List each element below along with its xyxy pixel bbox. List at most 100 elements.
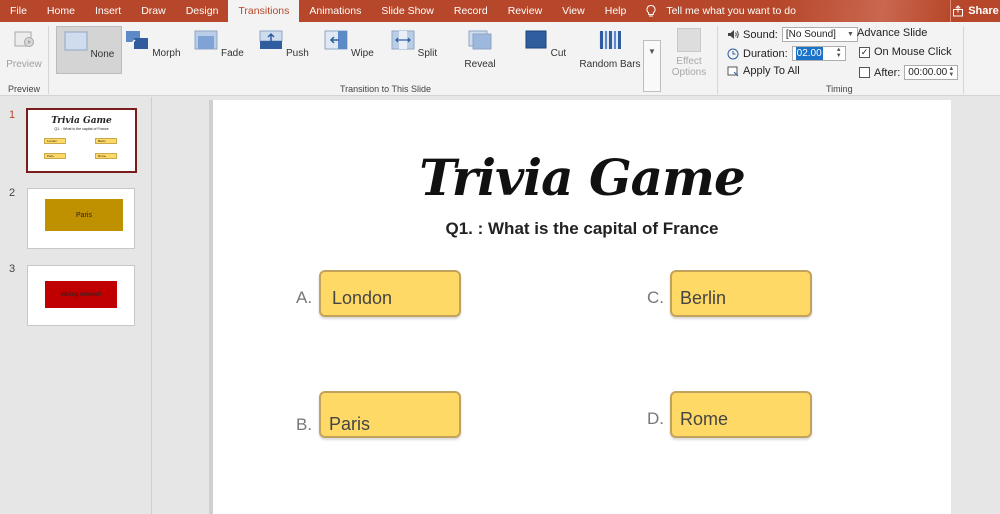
spinner-arrows-icon[interactable]: ▲ ▼ bbox=[836, 47, 842, 60]
slide-thumbnail-2[interactable]: Paris bbox=[27, 188, 135, 249]
clock-icon bbox=[727, 48, 739, 59]
slide-number: 1 bbox=[9, 109, 16, 121]
tab-animations[interactable]: Animations bbox=[299, 0, 371, 22]
after-time-spinner[interactable]: 00:00.00 ▲ ▼ bbox=[904, 65, 959, 80]
group-separator bbox=[48, 26, 49, 94]
preview-label: Preview bbox=[6, 59, 42, 70]
transition-fade-label: Fade bbox=[220, 48, 244, 59]
answer-box-rome[interactable]: Rome bbox=[670, 391, 812, 438]
dropdown-arrow-icon: ▼ bbox=[846, 31, 854, 38]
transition-push[interactable]: Push bbox=[256, 26, 312, 74]
sound-label: Sound: bbox=[743, 28, 778, 41]
tab-view[interactable]: View bbox=[552, 0, 595, 22]
tab-slide-show[interactable]: Slide Show bbox=[371, 0, 444, 22]
transition-fade[interactable]: Fade bbox=[191, 26, 247, 74]
answer-letter: C. bbox=[647, 288, 664, 307]
duration-spinner[interactable]: 02.00 ▲ ▼ bbox=[791, 46, 846, 61]
share-button[interactable]: Share bbox=[950, 0, 1000, 22]
transition-reveal-label: Reveal bbox=[464, 59, 496, 70]
thumbnail-answer: Berlin bbox=[95, 138, 117, 144]
thumbnail-answer-block: Paris bbox=[45, 199, 123, 231]
transition-group-label: Transition to This Slide bbox=[340, 84, 432, 94]
sound-dropdown[interactable]: [No Sound] ▼ bbox=[781, 27, 858, 42]
tab-record[interactable]: Record bbox=[444, 0, 498, 22]
speaker-icon bbox=[728, 30, 739, 39]
slide-question[interactable]: Q1. : What is the capital of France bbox=[213, 219, 951, 239]
transition-wipe[interactable]: Wipe bbox=[321, 26, 377, 74]
transition-morph-label: Morph bbox=[152, 48, 181, 59]
thumbnail-answer: Rome bbox=[95, 153, 117, 159]
gallery-more-button[interactable]: ▼ bbox=[643, 40, 661, 92]
cut-icon bbox=[525, 30, 547, 49]
tab-design[interactable]: Design bbox=[176, 0, 229, 22]
duration-value: 02.00 bbox=[795, 47, 823, 60]
more-chevron-icon: ▼ bbox=[648, 47, 656, 56]
after-row: After: 00:00.00 ▲ ▼ bbox=[859, 65, 959, 80]
tab-review[interactable]: Review bbox=[498, 0, 552, 22]
on-mouse-click-label: On Mouse Click bbox=[874, 46, 952, 58]
transition-wipe-label: Wipe bbox=[350, 48, 374, 59]
apply-all-button[interactable]: Apply To All bbox=[727, 65, 800, 77]
none-transition-icon bbox=[64, 31, 88, 51]
duration-row: Duration: 02.00 ▲ ▼ bbox=[727, 46, 846, 61]
answer-letter: B. bbox=[296, 415, 313, 434]
share-icon bbox=[953, 5, 964, 17]
transition-none-label: None bbox=[90, 49, 115, 60]
slide-title[interactable]: Trivia Game bbox=[213, 148, 951, 207]
tab-home[interactable]: Home bbox=[37, 0, 85, 22]
advance-slide-label: Advance Slide bbox=[857, 27, 928, 39]
answer-box-berlin[interactable]: Berlin bbox=[670, 270, 812, 317]
answer-letter: A. bbox=[296, 288, 313, 307]
slide-canvas[interactable]: Trivia Game Q1. : What is the capital of… bbox=[209, 100, 951, 514]
transition-split-label: Split bbox=[417, 48, 438, 59]
after-value: 00:00.00 bbox=[908, 67, 948, 78]
slide-number: 3 bbox=[9, 263, 16, 275]
effect-options-label: Effect Options bbox=[671, 56, 707, 78]
group-separator bbox=[963, 26, 964, 94]
on-mouse-click-checkbox[interactable]: ✓ On Mouse Click bbox=[859, 46, 952, 58]
answer-box-paris[interactable]: Paris bbox=[319, 391, 461, 438]
tab-draw[interactable]: Draw bbox=[131, 0, 176, 22]
spinner-arrows-icon[interactable]: ▲ ▼ bbox=[948, 66, 954, 79]
ribbon-panel: Preview Preview None Morph Fade Push Wip… bbox=[0, 22, 1000, 96]
tell-me-search[interactable]: Tell me what you want to do bbox=[644, 4, 796, 18]
share-label: Share bbox=[968, 5, 999, 17]
slide-thumbnail-pane: 1 Trivia Game Q1. : What is the capital … bbox=[0, 97, 152, 514]
sound-value: [No Sound] bbox=[785, 29, 836, 40]
effect-options-icon bbox=[677, 28, 701, 52]
slide-thumbnail-1[interactable]: Trivia Game Q1. : What is the capital of… bbox=[26, 108, 137, 173]
ribbon-tab-bar: File Home Insert Draw Design Transitions… bbox=[0, 0, 1000, 22]
lightbulb-icon bbox=[646, 4, 656, 17]
header-decoration bbox=[780, 0, 950, 22]
sound-row: Sound: [No Sound] ▼ bbox=[727, 27, 858, 42]
transition-split[interactable]: Split bbox=[386, 26, 442, 74]
transition-push-label: Push bbox=[285, 48, 309, 59]
transition-cut-label: Cut bbox=[550, 48, 567, 59]
after-checkbox[interactable] bbox=[859, 67, 870, 78]
transition-random-bars[interactable]: Random Bars bbox=[578, 26, 642, 74]
slide-thumbnail-3[interactable]: Wrong Answer! bbox=[27, 265, 135, 326]
preview-group-label: Preview bbox=[8, 84, 41, 94]
duration-label: Duration: bbox=[743, 47, 788, 60]
tab-transitions[interactable]: Transitions bbox=[228, 0, 300, 22]
split-icon bbox=[391, 30, 415, 50]
effect-options-button[interactable]: Effect Options bbox=[667, 26, 711, 78]
push-icon bbox=[259, 30, 283, 49]
morph-icon bbox=[126, 31, 149, 49]
advance-slide-heading: Advance Slide bbox=[857, 27, 927, 39]
reveal-icon bbox=[468, 30, 492, 50]
transition-none[interactable]: None bbox=[56, 26, 122, 74]
answer-box-london[interactable]: London bbox=[319, 270, 461, 317]
preview-button[interactable]: Preview bbox=[4, 26, 44, 74]
thumbnail-question: Q1. : What is the capital of France bbox=[54, 127, 109, 131]
transition-reveal[interactable]: Reveal bbox=[452, 26, 508, 74]
preview-icon bbox=[14, 31, 34, 47]
thumbnail-answer: London bbox=[44, 138, 66, 144]
tab-help[interactable]: Help bbox=[595, 0, 637, 22]
tab-insert[interactable]: Insert bbox=[85, 0, 131, 22]
checkbox-checked-icon[interactable]: ✓ bbox=[859, 46, 870, 58]
transition-cut[interactable]: Cut bbox=[517, 26, 573, 74]
transition-morph[interactable]: Morph bbox=[125, 26, 181, 74]
tab-file[interactable]: File bbox=[0, 0, 37, 22]
tell-me-text: Tell me what you want to do bbox=[666, 5, 796, 17]
